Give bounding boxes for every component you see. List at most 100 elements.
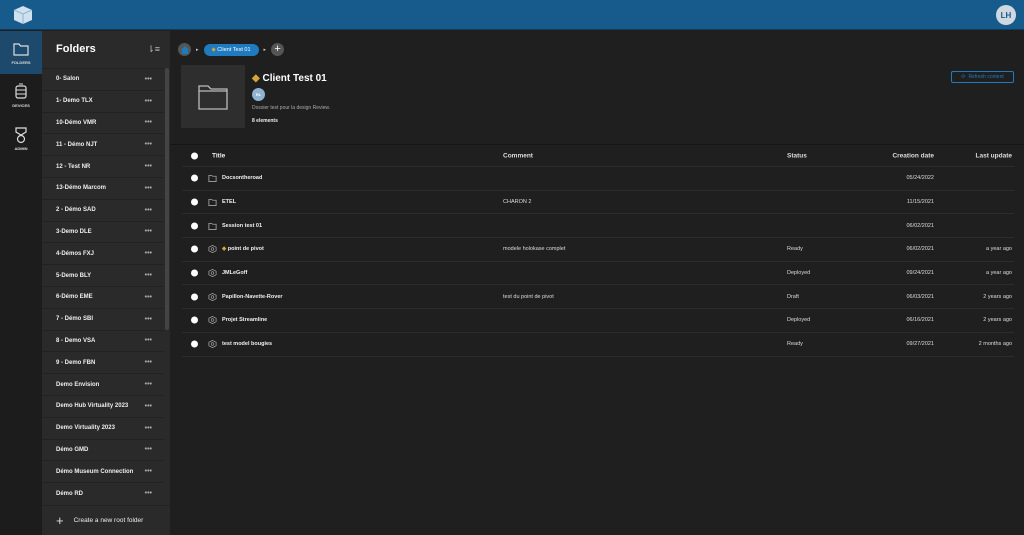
rail-item-folders[interactable]: FOLDERS [0, 31, 42, 74]
model-cube-icon [208, 269, 217, 278]
row-created: 06/02/2021 [906, 246, 934, 253]
folder-name: Démo Museum Connection [56, 468, 134, 475]
more-options-icon[interactable]: ••• [145, 446, 152, 453]
owner-avatar[interactable]: RL [252, 88, 265, 101]
more-options-icon[interactable]: ••• [145, 316, 152, 323]
row-select-radio[interactable] [191, 245, 198, 253]
sidebar-folder-item[interactable]: 9 - Demo FBN ••• [42, 351, 164, 373]
more-options-icon[interactable]: ••• [145, 141, 152, 148]
more-options-icon[interactable]: ••• [145, 207, 152, 214]
chevron-right-icon: ▸ [196, 46, 199, 53]
folder-name: Demo Virtuality 2023 [56, 425, 115, 432]
more-options-icon[interactable]: ••• [145, 185, 152, 192]
col-status[interactable]: Status [787, 152, 807, 159]
col-updated[interactable]: Last update [976, 152, 1012, 159]
more-options-icon[interactable]: ••• [145, 381, 152, 388]
col-comment[interactable]: Comment [503, 152, 533, 159]
select-all-radio[interactable] [191, 152, 198, 159]
sidebar-folder-item[interactable]: 8 - Demo VSA ••• [42, 329, 164, 352]
row-title-text: Session test 01 [222, 222, 263, 229]
row-title[interactable]: ETEL [222, 199, 236, 205]
sidebar-folder-item[interactable]: 7 - Démo SBI ••• [42, 307, 164, 330]
more-options-icon[interactable]: ••• [145, 228, 152, 235]
folder-icon [208, 222, 217, 230]
sidebar-folder-item[interactable]: 5-Demo BLY ••• [42, 264, 164, 286]
row-select-radio[interactable] [191, 198, 198, 206]
sidebar-folder-item[interactable]: 0- Salon ••• [42, 68, 164, 90]
more-options-icon[interactable]: ••• [145, 119, 152, 126]
table-row[interactable]: Projet Streamline Deployed 06/16/2021 2 … [182, 309, 1014, 333]
folders-sidebar: Folders ⇂≡ 0- Salon ••• 1- Demo TLX ••• 10-D… [42, 31, 170, 535]
table-row[interactable]: JMLeGoff Deployed 09/24/2021 a year ago [182, 262, 1014, 286]
sidebar-folder-item[interactable]: 6-Démo EME ••• [42, 285, 164, 308]
sidebar-folder-item[interactable]: 10-Démo VMR ••• [42, 111, 164, 134]
folder-name: 8 - Demo VSA [56, 337, 96, 344]
more-options-icon[interactable]: ••• [145, 337, 152, 344]
app-logo[interactable] [12, 4, 34, 26]
table-row[interactable]: Session test 01 06/02/2021 [182, 214, 1014, 239]
row-title[interactable]: Session test 01 [222, 223, 262, 229]
refresh-content-button[interactable]: ⟳ Refresh content [951, 71, 1014, 83]
more-options-icon[interactable]: ••• [145, 468, 152, 475]
more-options-icon[interactable]: ••• [145, 403, 152, 410]
row-title[interactable]: Docsontheroad [222, 175, 262, 181]
more-options-icon[interactable]: ••• [145, 250, 152, 257]
sidebar-folder-item[interactable]: 12 - Test NR ••• [42, 155, 164, 177]
table-row[interactable]: Papillon-Navette-Rover test du point de … [182, 285, 1014, 310]
rail-item-admin[interactable]: ADMIN [0, 117, 42, 160]
row-select-radio[interactable] [191, 269, 198, 277]
sidebar-folder-item[interactable]: Démo GMD ••• [42, 438, 164, 461]
rail-item-devices[interactable]: DEVICES [0, 74, 42, 117]
col-created[interactable]: Creation date [892, 152, 934, 159]
sidebar-scrollbar[interactable] [165, 68, 169, 330]
folder-name: 4-Démos FXJ [56, 250, 95, 257]
row-select-radio[interactable] [191, 316, 198, 324]
row-title[interactable]: ◆ point de pivot [222, 246, 264, 252]
more-options-icon[interactable]: ••• [145, 490, 152, 497]
row-title[interactable]: test model bougies [222, 341, 272, 347]
folder-name: Demo Envision [56, 381, 100, 388]
table-row[interactable]: ◆ point de pivot modele holokase complet… [182, 238, 1014, 262]
more-options-icon[interactable]: ••• [145, 359, 152, 366]
more-options-icon[interactable]: ••• [145, 163, 152, 170]
user-avatar[interactable]: LH [996, 5, 1016, 25]
create-root-folder-button[interactable]: + Create a new root folder [42, 505, 170, 535]
sidebar-folder-item[interactable]: 3-Demo DLE ••• [42, 220, 164, 243]
devices-icon [15, 83, 27, 99]
row-title[interactable]: Projet Streamline [222, 317, 267, 323]
sidebar-folder-item[interactable]: 1- Demo TLX ••• [42, 89, 164, 112]
home-button[interactable] [178, 43, 191, 56]
sidebar-folder-item[interactable]: Demo Hub Virtuality 2023 ••• [42, 394, 164, 417]
sidebar-folder-item[interactable]: 11 - Démo NJT ••• [42, 133, 164, 155]
sidebar-folder-item[interactable]: 13-Démo Marcom ••• [42, 176, 164, 199]
col-title[interactable]: Title [212, 152, 225, 159]
sidebar-folder-item[interactable]: Demo Envision ••• [42, 373, 164, 395]
folder-name: 2 - Démo SAD [56, 207, 96, 214]
model-cube-icon [208, 340, 217, 349]
more-options-icon[interactable]: ••• [145, 425, 152, 432]
sidebar-folder-item[interactable]: 2 - Démo SAD ••• [42, 198, 164, 221]
more-options-icon[interactable]: ••• [145, 98, 152, 105]
chevron-right-icon: ▸ [263, 46, 267, 53]
table-row[interactable]: ETEL CHARON 2 11/15/2021 [182, 191, 1014, 215]
refresh-icon: ⟳ [961, 74, 966, 80]
row-title[interactable]: Papillon-Navette-Rover [222, 294, 283, 300]
more-options-icon[interactable]: ••• [145, 294, 152, 301]
sidebar-folder-item[interactable]: Démo RD ••• [42, 482, 164, 504]
table-row[interactable]: Docsontheroad 05/24/2022 [182, 167, 1014, 191]
row-select-radio[interactable] [191, 222, 198, 230]
rail-label: DEVICES [12, 103, 30, 108]
sidebar-folder-item[interactable]: Démo Museum Connection ••• [42, 460, 164, 482]
sidebar-folder-item[interactable]: Demo Virtuality 2023 ••• [42, 416, 164, 439]
more-options-icon[interactable]: ••• [145, 76, 152, 83]
row-title[interactable]: JMLeGoff [222, 270, 247, 276]
row-select-radio[interactable] [191, 174, 198, 182]
row-select-radio[interactable] [191, 293, 198, 301]
sidebar-folder-item[interactable]: 4-Démos FXJ ••• [42, 242, 164, 264]
table-row[interactable]: test model bougies Ready 09/27/2021 2 mo… [182, 333, 1014, 357]
sort-icon[interactable]: ⇂≡ [147, 44, 160, 55]
add-button[interactable]: + [271, 43, 285, 56]
row-select-radio[interactable] [191, 340, 198, 348]
breadcrumb-current[interactable]: ◆ Client Test 01 [203, 43, 259, 56]
more-options-icon[interactable]: ••• [145, 272, 152, 279]
